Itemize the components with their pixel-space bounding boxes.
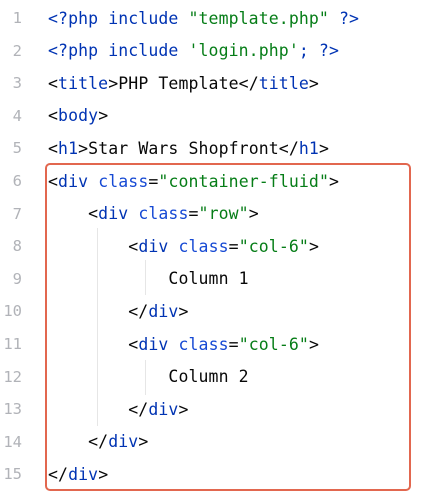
- code-token-plain: >: [308, 73, 319, 93]
- line-number: 9: [12, 269, 22, 288]
- line-number: 11: [3, 335, 22, 353]
- line-code: <?php include "template.php" ?>: [48, 9, 359, 28]
- code-token-php: ; ?>: [298, 41, 339, 61]
- code-token-plain: >: [98, 106, 109, 126]
- line-number: 4: [12, 106, 22, 125]
- code-token-tag: h1: [58, 138, 79, 158]
- code-line[interactable]: 5 <h1>Star Wars Shopfront</h1>: [0, 132, 428, 164]
- line-number: 8: [12, 237, 22, 256]
- code-line[interactable]: 4 <body>: [0, 100, 428, 132]
- line-number: 7: [12, 204, 22, 223]
- code-token-str: "template.php": [188, 8, 329, 28]
- code-line[interactable]: 1 <?php include "template.php" ?>: [0, 2, 428, 34]
- code-token-tag: title: [58, 73, 109, 93]
- line-code: <h1>Star Wars Shopfront</h1>: [48, 139, 329, 158]
- code-token-tag: title: [258, 73, 309, 93]
- line-number: 2: [12, 41, 22, 60]
- code-token-plain: <: [48, 106, 59, 126]
- code-token-tag: body: [58, 106, 99, 126]
- line-number: 15: [3, 465, 22, 484]
- code-line[interactable]: 2 <?php include 'login.php'; ?>: [0, 35, 428, 67]
- code-token-str: 'login.php': [188, 41, 299, 61]
- code-token-plain: >PHP Template</: [108, 73, 259, 93]
- line-number: 10: [3, 302, 22, 321]
- highlighted-region: [45, 163, 411, 491]
- code-token-plain: <: [48, 73, 59, 93]
- line-number: 5: [12, 139, 22, 158]
- code-token-plain: >: [318, 138, 329, 158]
- line-number: 12: [3, 367, 22, 386]
- line-number: 13: [3, 400, 22, 419]
- line-number: 3: [12, 74, 22, 93]
- code-token-php: ?>: [328, 8, 360, 28]
- code-token-plain: <: [48, 138, 59, 158]
- line-code: <body>: [48, 106, 108, 125]
- line-code: <title>PHP Template</title>: [48, 74, 319, 93]
- line-number: 14: [3, 432, 22, 451]
- code-token-php: <?php include: [48, 41, 189, 61]
- line-code: <?php include 'login.php'; ?>: [48, 41, 339, 60]
- code-token-tag: h1: [298, 138, 319, 158]
- code-token-plain: >Star Wars Shopfront</: [78, 138, 299, 158]
- code-token-php: <?php include: [48, 8, 189, 28]
- line-number: 6: [12, 172, 22, 190]
- code-line[interactable]: 3 <title>PHP Template</title>: [0, 67, 428, 99]
- line-number: 1: [12, 9, 22, 27]
- code-editor[interactable]: 1 <?php include "template.php" ?> 2 <?php i…: [0, 0, 428, 495]
